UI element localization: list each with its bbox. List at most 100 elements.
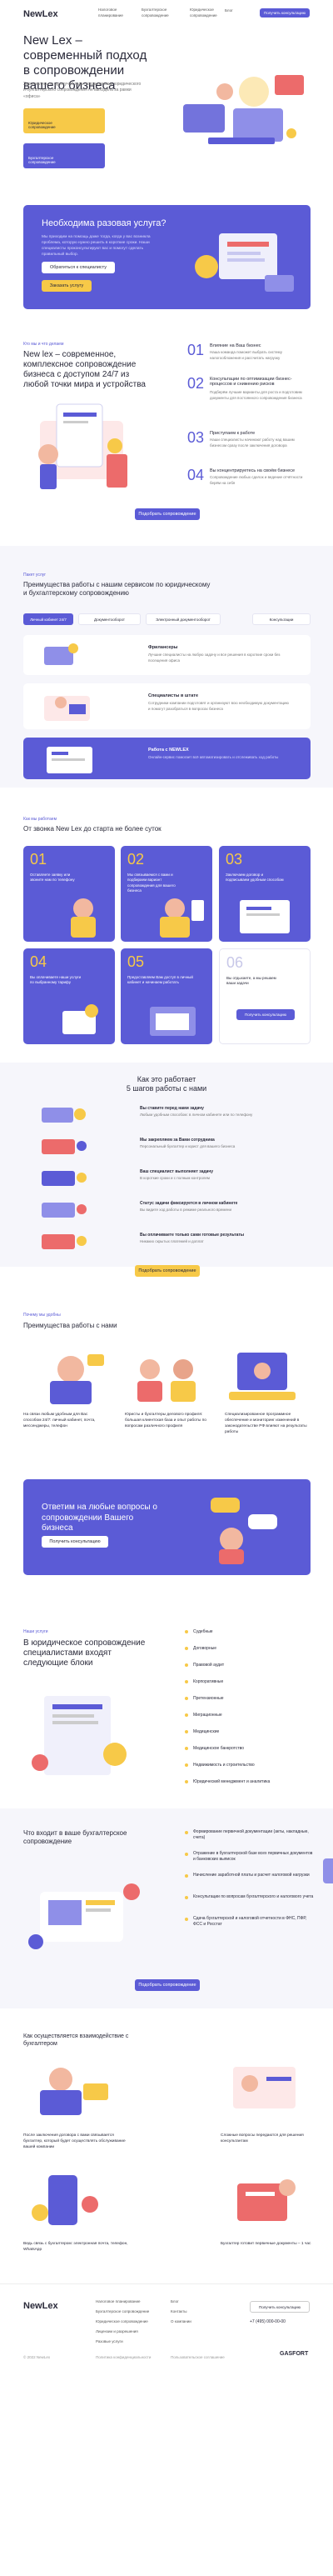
nav-tax[interactable]: Налоговое планирование — [98, 8, 132, 18]
legal-item-label: Медицинские — [193, 1729, 220, 1734]
about-item-number: 01 — [187, 342, 205, 358]
accounting-illustration — [28, 1883, 140, 1949]
step-illustration — [160, 898, 204, 938]
step-card-4: 04 Вы оплачиваете наши услуги по выбранн… — [23, 948, 115, 1044]
about-item-text: Сопровождение любых сделок и ведение отч… — [210, 475, 303, 485]
accounting-support-label: Бухгалтерское сопровождение — [28, 156, 56, 164]
how-item-text: Вы видите ход работы в режиме реального … — [140, 1208, 232, 1212]
interaction-illustration-4 — [237, 2179, 296, 2221]
step-text: Оставляете заявку или звоните нам по тел… — [30, 873, 75, 883]
questions-cta-button[interactable]: Получить консультацию — [42, 1536, 108, 1548]
side-chat-button[interactable] — [323, 1858, 333, 1883]
how-item-title: Ваш специалист выполняет задачу — [140, 1169, 214, 1174]
advantage-text: Лучшие специалисты на любую задачу и все… — [148, 653, 281, 663]
order-service-button[interactable]: Заказать услугу — [42, 280, 92, 292]
footer-agreement-link[interactable]: Пользовательское соглашение — [171, 2355, 225, 2359]
footer-link[interactable]: Лицензии и разрешения — [96, 2329, 138, 2333]
hero-illustration — [175, 58, 312, 163]
legal-item-label: Правовой аудит — [193, 1663, 225, 1668]
hero-subtitle: Закончились те дремучие годы, когда помо… — [23, 82, 142, 99]
accounting-item-label: Отражение в бухгалтерской базе всех перв… — [193, 1851, 313, 1862]
accounting-title: Что входит в ваше бухгалтерское сопровож… — [23, 1829, 127, 1845]
why-col-3-text: Специализированное программное обеспечен… — [225, 1413, 307, 1434]
legal-item: Договорные — [185, 1646, 216, 1651]
footer-copyright: © 2022 NewLex — [23, 2355, 51, 2359]
footer-link[interactable]: Контакты — [171, 2309, 186, 2313]
advantage-title: Работа с NEWLEX — [148, 748, 189, 753]
tab-document-flow[interactable]: Документооборот — [78, 613, 141, 625]
advantage-text: Сотрудники компании подготовят и организ… — [148, 701, 289, 711]
step-text: Заключаем договор и подписываем удобным … — [226, 873, 284, 883]
step-illustration — [71, 898, 96, 938]
step-consult-button[interactable]: Получить консультацию — [236, 1009, 295, 1020]
accounting-support-button[interactable]: Бухгалтерское сопровождение — [23, 143, 105, 168]
footer-link[interactable]: Налоговое планирование — [96, 2299, 141, 2303]
why-illustration-2 — [137, 1359, 196, 1402]
how-item-text: В короткие сроки и с полным контролем — [140, 1176, 210, 1180]
step-text: Вы оплачиваете наши услуги по выбранному… — [30, 975, 82, 985]
bullet-icon — [185, 1763, 188, 1767]
step-illustration — [62, 1004, 98, 1034]
bullet-icon — [185, 1874, 188, 1878]
questions-illustration — [211, 1498, 277, 1564]
legal-label: Наши услуги — [23, 1629, 48, 1634]
tab-consult[interactable]: Консультации — [252, 613, 311, 625]
bullet-icon — [185, 1647, 188, 1650]
how-title: Как это работает 5 шагов работы с нами — [126, 1075, 207, 1093]
step-number: 01 — [30, 851, 47, 868]
advantages-title: Преимущества работы с нашим сервисом по … — [23, 581, 211, 597]
footer-cta-button[interactable]: Получить консультацию — [250, 2301, 310, 2313]
why-illustration-1 — [50, 1354, 104, 1404]
interaction-text-1: После заключения договора с вами связыва… — [23, 2133, 126, 2149]
bullet-icon — [185, 1853, 188, 1856]
legal-support-button[interactable]: Юридическое сопровождение — [23, 108, 105, 133]
about-item-title: Влияние на Ваш бизнес — [210, 343, 261, 348]
legal-item-label: Корпоративные — [193, 1679, 224, 1684]
about-title: New lex – современное, комплексное сопро… — [23, 350, 146, 389]
nav-blog[interactable]: Блог — [225, 8, 233, 14]
legal-item: Медицинское банкротство — [185, 1746, 244, 1751]
about-cta-button[interactable]: Подобрать сопровождение — [135, 508, 200, 520]
accounting-cta-button[interactable]: Подобрать сопровождение — [135, 1979, 200, 1991]
legal-item-label: Договорные — [193, 1646, 217, 1651]
step-card-1: 01 Оставляете заявку или звоните нам по … — [23, 846, 115, 942]
advantage-row-2: Специалисты в штате Сотрудники компании … — [23, 683, 311, 729]
legal-item: Правовой аудит — [185, 1663, 224, 1668]
step-number: 03 — [226, 851, 243, 868]
hero-image — [183, 75, 304, 144]
tab-cabinet[interactable]: Личный кабинет 24/7 — [23, 613, 73, 625]
bullet-icon — [185, 1831, 188, 1834]
bullet-icon — [185, 1697, 188, 1700]
how-item-title: Вы оплачиваете только сами готовые резул… — [140, 1233, 245, 1238]
accounting-item: Начисление заработной платы и расчет нал… — [185, 1873, 314, 1878]
about-item-title: Консультации по оптимизации бизнес-проце… — [210, 377, 292, 387]
staff-icon — [44, 696, 90, 721]
step-illustration — [150, 1007, 196, 1036]
how-item-1: Вы ставите перед нами задачу Любым удобн… — [23, 1104, 311, 1129]
one-time-illustration — [195, 233, 294, 292]
advantage-title: Специалисты в штате — [148, 693, 199, 698]
tab-edo[interactable]: Электронный документооборот — [146, 613, 221, 625]
nav-accounting[interactable]: Бухгалтерское сопровождение — [142, 8, 176, 18]
interaction-illustration-1 — [40, 2068, 108, 2115]
footer-link[interactable]: Бухгалтерское сопровождение — [96, 2309, 149, 2313]
header-cta-button[interactable]: Получить консультацию — [260, 8, 310, 18]
footer-link[interactable]: Разовые услуги — [96, 2339, 123, 2343]
how-cta-button[interactable]: Подобрать сопровождение — [135, 1265, 200, 1277]
footer-phone[interactable]: +7 (495) 000-00-00 — [250, 2319, 286, 2324]
steps-title: От звонка New Lex до старта не более сут… — [23, 825, 162, 833]
footer-link[interactable]: Блог — [171, 2299, 179, 2303]
footer-link[interactable]: Юридическое сопровождение — [96, 2319, 148, 2323]
logo[interactable]: NewLex — [23, 9, 58, 19]
nav-legal[interactable]: Юридическое сопровождение — [190, 8, 223, 18]
about-item-number: 03 — [187, 429, 205, 446]
how-step-3-icon — [42, 1171, 87, 1186]
bullet-icon — [185, 1896, 188, 1899]
footer-link[interactable]: О компании — [171, 2319, 191, 2323]
footer-logo[interactable]: NewLex — [23, 2301, 58, 2311]
bullet-icon — [185, 1730, 188, 1733]
bullet-icon — [185, 1918, 188, 1921]
footer-policy-link[interactable]: Политика конфиденциальности — [96, 2355, 151, 2359]
about-item-number: 04 — [187, 467, 205, 483]
contact-specialist-button[interactable]: Обратиться к специалисту — [42, 262, 115, 273]
